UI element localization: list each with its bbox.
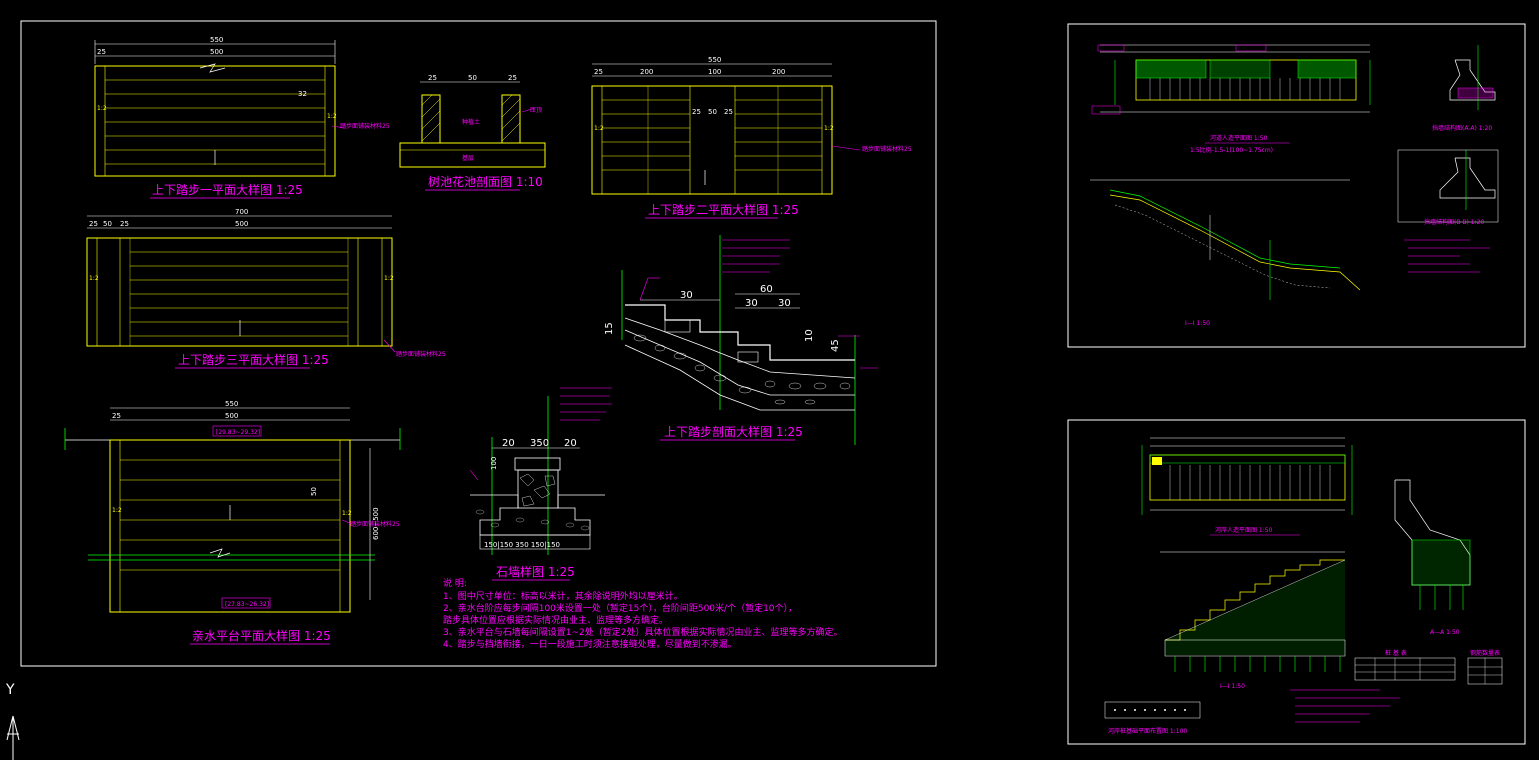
planter-dim-c: 25 bbox=[508, 74, 517, 82]
platform-tag-bottom: [27.83~26.32] bbox=[225, 601, 269, 608]
section-dim-45: 45 bbox=[830, 339, 841, 352]
planter-title: 树池花池剖面图 1:10 bbox=[428, 174, 543, 189]
right-bottom-drawing: 河岸人造平面图 1:50 Ⅰ—Ⅰ 1:50 河岸桩基础平面布置图 1:100 A bbox=[1104, 437, 1503, 735]
stone-title: 石墙样图 1:25 bbox=[496, 564, 575, 579]
notes-title: 说 明: bbox=[443, 577, 467, 589]
plan2-dim-right: 200 bbox=[772, 68, 785, 76]
plan3-note: 踏步面铺装材料25 bbox=[396, 350, 446, 358]
rb-pile-title: 河岸桩基础平面布置图 1:100 bbox=[1108, 727, 1187, 735]
plan2-note: 踏步面铺装材料25 bbox=[862, 145, 912, 153]
plan3-dim-a: 25 bbox=[89, 220, 98, 228]
plan2-inner-b: 50 bbox=[708, 108, 717, 116]
plan1-dim-total: 550 bbox=[210, 36, 223, 44]
stone-dim-350: 350 bbox=[530, 438, 549, 449]
planter-cap-label: 压顶 bbox=[530, 107, 542, 114]
note-line-3: 踏步具体位置应根据实际情况由业主、监理等多方确定。 bbox=[443, 614, 668, 626]
section-dim-30a: 30 bbox=[680, 290, 693, 301]
platform-title: 亲水平台平面大样图 1:25 bbox=[192, 628, 331, 643]
stone-dim-20b: 20 bbox=[564, 438, 577, 449]
plan3-slope-l: 1:2 bbox=[89, 275, 99, 282]
plan1-note: 踏步面铺装材料25 bbox=[340, 122, 390, 130]
stone-dim-100: 100 bbox=[490, 457, 498, 470]
section-dim-30c: 30 bbox=[778, 298, 791, 309]
left-sheet-frame bbox=[20, 20, 937, 667]
section-dim-15: 15 bbox=[604, 322, 615, 335]
plan1-title: 上下踏步一平面大样图 1:25 bbox=[152, 182, 303, 197]
plan2-inner-c: 25 bbox=[724, 108, 733, 116]
plan3-title: 上下踏步三平面大样图 1:25 bbox=[178, 352, 329, 367]
step-section-detail: 30 60 30 30 15 45 10 上下踏步剖面大样图 1:25 bbox=[560, 235, 878, 445]
planter-fill-label: 种植土 bbox=[462, 118, 480, 126]
stone-wall-detail: 20 350 20 100 150|150 350 150|150 石墙样图 1… bbox=[469, 396, 605, 581]
platform-dim-middle: 500 bbox=[225, 412, 238, 420]
plan3-dim-middle: 500 bbox=[235, 220, 248, 228]
plan3-dim-total: 700 bbox=[235, 208, 248, 216]
plan2-detail: 550 200 100 200 25 25 50 25 1:2 1:2 踏步面铺… bbox=[591, 56, 912, 219]
plan1-slope-l: 1:2 bbox=[97, 105, 107, 112]
plan1-detail: 550 500 25 32 1:2 1:2 踏步面铺装材料25 上下踏步一平面大… bbox=[94, 36, 390, 199]
plan2-dim-mid: 100 bbox=[708, 68, 721, 76]
platform-dim-50: 50 bbox=[310, 487, 318, 496]
notes-block: 说 明: 1、图中尺寸单位：标高以米计，其余除说明外均以厘米计。 2、亲水台阶应… bbox=[443, 577, 842, 650]
plan2-dim-edge: 25 bbox=[594, 68, 603, 76]
section-dim-10: 10 bbox=[804, 329, 815, 342]
section-dim-30b: 30 bbox=[745, 298, 758, 309]
rt-plan-title: 河道人造平面图 1:50 bbox=[1210, 134, 1268, 142]
platform-slope-r: 1:2 bbox=[342, 510, 352, 517]
note-line-5: 4、踏步与挡墙衔接，一日一段施工时须注意接缝处理，尽量做到不渗漏。 bbox=[443, 638, 737, 650]
rt-section-title: Ⅰ—Ⅰ 1:50 bbox=[1185, 320, 1210, 327]
planter-dim-a: 25 bbox=[428, 74, 437, 82]
plan1-dim-middle: 500 bbox=[210, 48, 223, 56]
platform-dim-total: 550 bbox=[225, 400, 238, 408]
plan2-title: 上下踏步二平面大样图 1:25 bbox=[648, 202, 799, 217]
plan2-dim-total: 550 bbox=[708, 56, 721, 64]
platform-dim-edge: 25 bbox=[112, 412, 121, 420]
rb-table2-title: 钢筋数量表 bbox=[1470, 649, 1500, 657]
plan2-slope-r: 1:2 bbox=[824, 125, 834, 132]
platform-detail: 550 500 25 [29.83~29.32] 50 1:2 1:2 600~… bbox=[64, 400, 401, 645]
rb-plan-title: 河岸人造平面图 1:50 bbox=[1215, 526, 1273, 534]
plan1-dim-edge: 25 bbox=[97, 48, 106, 56]
rb-aa-title: A—A 1:50 bbox=[1430, 629, 1460, 636]
section-dim-60: 60 bbox=[760, 284, 773, 295]
plan3-detail: 700 25 50 25 500 1:2 1:2 踏步面铺装材料25 上下踏步三… bbox=[86, 208, 446, 369]
plan3-dim-c: 25 bbox=[120, 220, 129, 228]
platform-note: 踏步面铺装材料25 bbox=[350, 520, 400, 528]
rb-section-title: Ⅰ—Ⅰ 1:50 bbox=[1220, 683, 1245, 690]
note-line-4: 3、亲水平台与石墙每间隔设置1~2处（暂定2处）具体位置根据实际情况由业主、监理… bbox=[443, 626, 842, 638]
note-line-2: 2、亲水台阶应每步间隔100米设置一处（暂定15个），台阶间距500米/个（暂定… bbox=[443, 602, 797, 614]
plan2-dim-left: 200 bbox=[640, 68, 653, 76]
planter-section: 25 50 25 种植土 基层 压顶 树池花池剖面图 1:10 bbox=[399, 74, 546, 191]
rb-table-title: 桩 基 表 bbox=[1385, 649, 1407, 657]
rt-aa-title: 挡墙结构图(A-A) 1:20 bbox=[1432, 124, 1492, 132]
plan3-dim-b: 50 bbox=[103, 220, 112, 228]
stone-dim-base: 150|150 350 150|150 bbox=[484, 541, 560, 549]
section-title: 上下踏步剖面大样图 1:25 bbox=[664, 424, 803, 439]
plan1-dim-step: 32 bbox=[298, 90, 307, 98]
plan2-inner-a: 25 bbox=[692, 108, 701, 116]
ucs-icon: Y bbox=[5, 682, 20, 760]
plan2-slope-l: 1:2 bbox=[594, 125, 604, 132]
rt-bb-title: 挡墙结构图(B-B) 1:20 bbox=[1424, 218, 1484, 226]
note-line-1: 1、图中尺寸单位：标高以米计，其余除说明外均以厘米计。 bbox=[443, 590, 683, 602]
plan3-slope-r: 1:2 bbox=[384, 275, 394, 282]
platform-tag-top: [29.83~29.32] bbox=[216, 429, 260, 436]
planter-dim-b: 50 bbox=[468, 74, 477, 82]
rt-plan-sub: 1:5比例-1.5-1(100~1.75cm) bbox=[1190, 146, 1273, 154]
planter-base-label: 基层 bbox=[462, 154, 474, 162]
right-top-drawing: 河道人造平面图 1:50 1:5比例-1.5-1(100~1.75cm) 挡墙结… bbox=[1090, 44, 1499, 327]
stone-dim-20a: 20 bbox=[502, 438, 515, 449]
cad-drawing-canvas[interactable]: 550 500 25 32 1:2 1:2 踏步面铺装材料25 上下踏步一平面大… bbox=[0, 0, 1539, 760]
ucs-y-label: Y bbox=[5, 682, 15, 698]
platform-slope-l: 1:2 bbox=[112, 507, 122, 514]
plan1-slope-r: 1:2 bbox=[327, 113, 337, 120]
